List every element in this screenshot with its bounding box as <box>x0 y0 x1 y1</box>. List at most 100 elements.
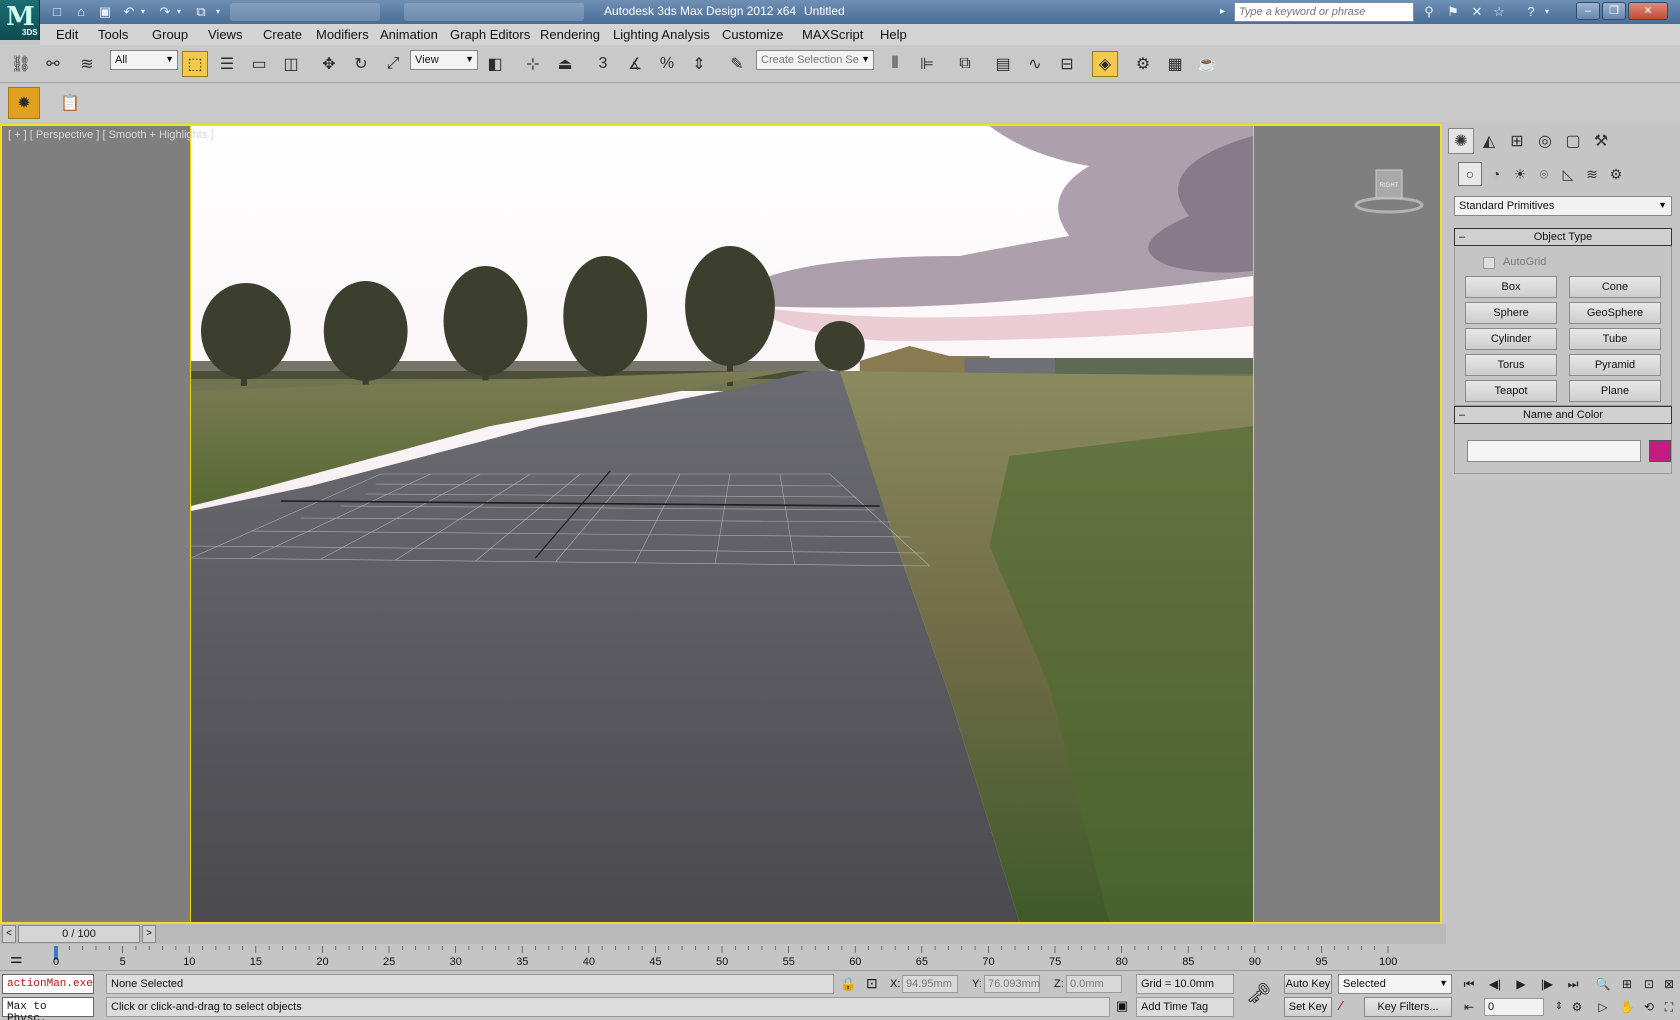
window-crossing-icon[interactable]: ◫ <box>278 51 304 77</box>
geosphere-button[interactable]: GeoSphere <box>1569 302 1661 324</box>
box-button[interactable]: Box <box>1465 276 1557 298</box>
create-tab-icon[interactable]: ✺ <box>1448 128 1474 154</box>
curve-editor-icon[interactable]: ∿ <box>1022 51 1048 77</box>
keyboard-shortcut-override-icon[interactable]: ⏏ <box>552 51 578 77</box>
hierarchy-tab-icon[interactable]: ⊞ <box>1504 128 1530 154</box>
undo-dropdown-icon[interactable]: ▾ <box>138 3 148 21</box>
time-slider-thumb[interactable]: 0 / 100 <box>18 925 140 943</box>
selection-filter-dropdown[interactable]: All ▼ <box>110 50 178 70</box>
auto-key-button[interactable]: Auto Key <box>1284 974 1332 994</box>
torus-button[interactable]: Torus <box>1465 354 1557 376</box>
zoom-extents-all-icon[interactable]: ⊠ <box>1658 974 1680 994</box>
zoom-icon[interactable]: 🔍 <box>1592 974 1614 994</box>
maxscript-listener-line1[interactable]: actionMan.exe <box>2 974 94 994</box>
trackbar-rail[interactable] <box>54 946 1446 970</box>
viewcube-icon[interactable]: RIGHT <box>1354 162 1424 214</box>
shapes-icon[interactable]: ◔ <box>1484 162 1508 186</box>
select-object-icon[interactable]: ⬚ <box>182 51 208 77</box>
orbit-icon[interactable]: ⟲ <box>1638 997 1660 1017</box>
search-input[interactable] <box>1234 2 1414 22</box>
spinner-snap-toggle-icon[interactable]: ⇕ <box>686 51 712 77</box>
cone-button[interactable]: Cone <box>1569 276 1661 298</box>
render-production-icon[interactable]: ☕ <box>1194 51 1220 77</box>
field-of-view-icon[interactable]: ▷ <box>1592 997 1614 1017</box>
maximize-viewport-icon[interactable]: ⛶ <box>1658 997 1680 1017</box>
zoom-extents-icon[interactable]: ⊡ <box>1638 974 1660 994</box>
key-mode-toggle-icon[interactable]: ⇤ <box>1458 997 1480 1017</box>
name-and-color-rollout-header[interactable]: – Name and Color <box>1454 406 1672 424</box>
help-dropdown-icon[interactable]: ▾ <box>1542 3 1552 21</box>
minimize-button[interactable]: – <box>1576 2 1600 20</box>
object-type-rollout-header[interactable]: – Object Type <box>1454 228 1672 246</box>
y-coordinate-field[interactable]: 76.093mm <box>984 975 1040 993</box>
application-button[interactable]: M 3DS <box>0 0 40 40</box>
default-tangents-icon[interactable]: ∕ <box>1340 998 1342 1013</box>
search-collapse-icon[interactable]: ▸ <box>1220 2 1234 22</box>
selection-lock-icon[interactable]: 🔒 <box>840 976 856 992</box>
open-file-icon[interactable]: ⌂ <box>72 3 90 21</box>
menu-customize[interactable]: Customize <box>722 27 783 42</box>
binoculars-icon[interactable]: ⚲ <box>1420 3 1438 21</box>
absolute-mode-transform-icon[interactable]: ⊡ <box>866 975 878 992</box>
previous-frame-icon[interactable]: ◀| <box>1484 974 1506 994</box>
menu-create[interactable]: Create <box>263 27 302 42</box>
cameras-icon[interactable]: ⌾ <box>1532 162 1556 186</box>
subscription-icon[interactable]: ⚑ <box>1444 3 1462 21</box>
menu-modifiers[interactable]: Modifiers <box>316 27 369 42</box>
select-and-rotate-icon[interactable]: ↻ <box>348 51 374 77</box>
perspective-viewport[interactable]: [ + ] [ Perspective ] [ Smooth + Highlig… <box>0 124 1442 924</box>
maxscript-listener-line2[interactable]: Max to Physc. <box>2 997 94 1020</box>
select-and-scale-icon[interactable]: ⤢ <box>380 51 406 77</box>
time-configuration-icon[interactable]: ⚙ <box>1566 997 1588 1017</box>
viewport-label[interactable]: [ + ] [ Perspective ] [ Smooth + Highlig… <box>8 129 213 141</box>
lights-icon[interactable]: ☀ <box>1508 162 1532 186</box>
snaps-toggle-icon[interactable]: 3 <box>590 51 616 77</box>
go-to-start-icon[interactable]: ⏮ <box>1458 974 1480 994</box>
go-to-end-icon[interactable]: ⏭ <box>1562 974 1584 994</box>
set-key-icon[interactable]: 🗝 <box>1246 981 1278 1011</box>
current-frame-field[interactable]: 0 <box>1484 998 1544 1016</box>
pivot-point-center-icon[interactable]: ◧ <box>482 51 508 77</box>
undo-icon[interactable]: ↶ <box>120 3 138 21</box>
systems-icon[interactable]: ⚙ <box>1604 162 1628 186</box>
rendered-frame-window-icon[interactable]: ▦ <box>1162 51 1188 77</box>
close-button[interactable]: ✕ <box>1628 2 1668 20</box>
object-color-swatch[interactable] <box>1649 440 1671 462</box>
material-editor-icon[interactable]: ◈ <box>1092 51 1118 77</box>
menu-tools[interactable]: Tools <box>98 27 128 42</box>
zoom-all-icon[interactable]: ⊞ <box>1616 974 1638 994</box>
menu-graph-editors[interactable]: Graph Editors <box>450 27 530 42</box>
modify-tab-icon[interactable]: ◭ <box>1476 128 1502 154</box>
utilities-tab-icon[interactable]: ⚒ <box>1588 128 1614 154</box>
help-icon[interactable]: ? <box>1522 3 1540 21</box>
select-and-manipulate-icon[interactable]: ⊹ <box>520 51 546 77</box>
menu-help[interactable]: Help <box>880 27 907 42</box>
redo-dropdown-icon[interactable]: ▾ <box>174 3 184 21</box>
unlink-selection-icon[interactable]: ⚯ <box>40 51 66 77</box>
align-icon[interactable]: ⊫ <box>914 51 940 77</box>
menu-lighting-analysis[interactable]: Lighting Analysis <box>613 27 710 42</box>
named-selection-sets-dropdown[interactable]: Create Selection Se ▼ <box>756 50 874 70</box>
select-and-link-icon[interactable]: ⛓ <box>8 51 34 77</box>
play-icon[interactable]: ▶ <box>1510 974 1532 994</box>
autogrid-checkbox[interactable] <box>1483 257 1495 269</box>
menu-group[interactable]: Group <box>152 27 188 42</box>
menu-rendering[interactable]: Rendering <box>540 27 600 42</box>
key-filters-button[interactable]: Key Filters... <box>1364 997 1452 1017</box>
set-key-button[interactable]: Set Key <box>1284 997 1332 1017</box>
rectangular-selection-icon[interactable]: ▭ <box>246 51 272 77</box>
helpers-icon[interactable]: ◺ <box>1556 162 1580 186</box>
project-folder-icon[interactable]: ⧉ <box>192 3 210 21</box>
cylinder-button[interactable]: Cylinder <box>1465 328 1557 350</box>
layer-manager-icon[interactable]: ⧉ <box>952 51 978 77</box>
restore-button[interactable]: ❐ <box>1602 2 1626 20</box>
quick-access-dropdown-icon[interactable]: ▾ <box>212 3 224 21</box>
render-setup-icon[interactable]: ⚙ <box>1130 51 1156 77</box>
clipboard-icon[interactable]: 📋 <box>54 87 86 119</box>
select-and-move-icon[interactable]: ✥ <box>316 51 342 77</box>
menu-views[interactable]: Views <box>208 27 242 42</box>
menu-edit[interactable]: Edit <box>56 27 78 42</box>
x-coordinate-field[interactable]: 94.95mm <box>902 975 958 993</box>
select-by-name-icon[interactable]: ☰ <box>214 51 240 77</box>
tube-button[interactable]: Tube <box>1569 328 1661 350</box>
